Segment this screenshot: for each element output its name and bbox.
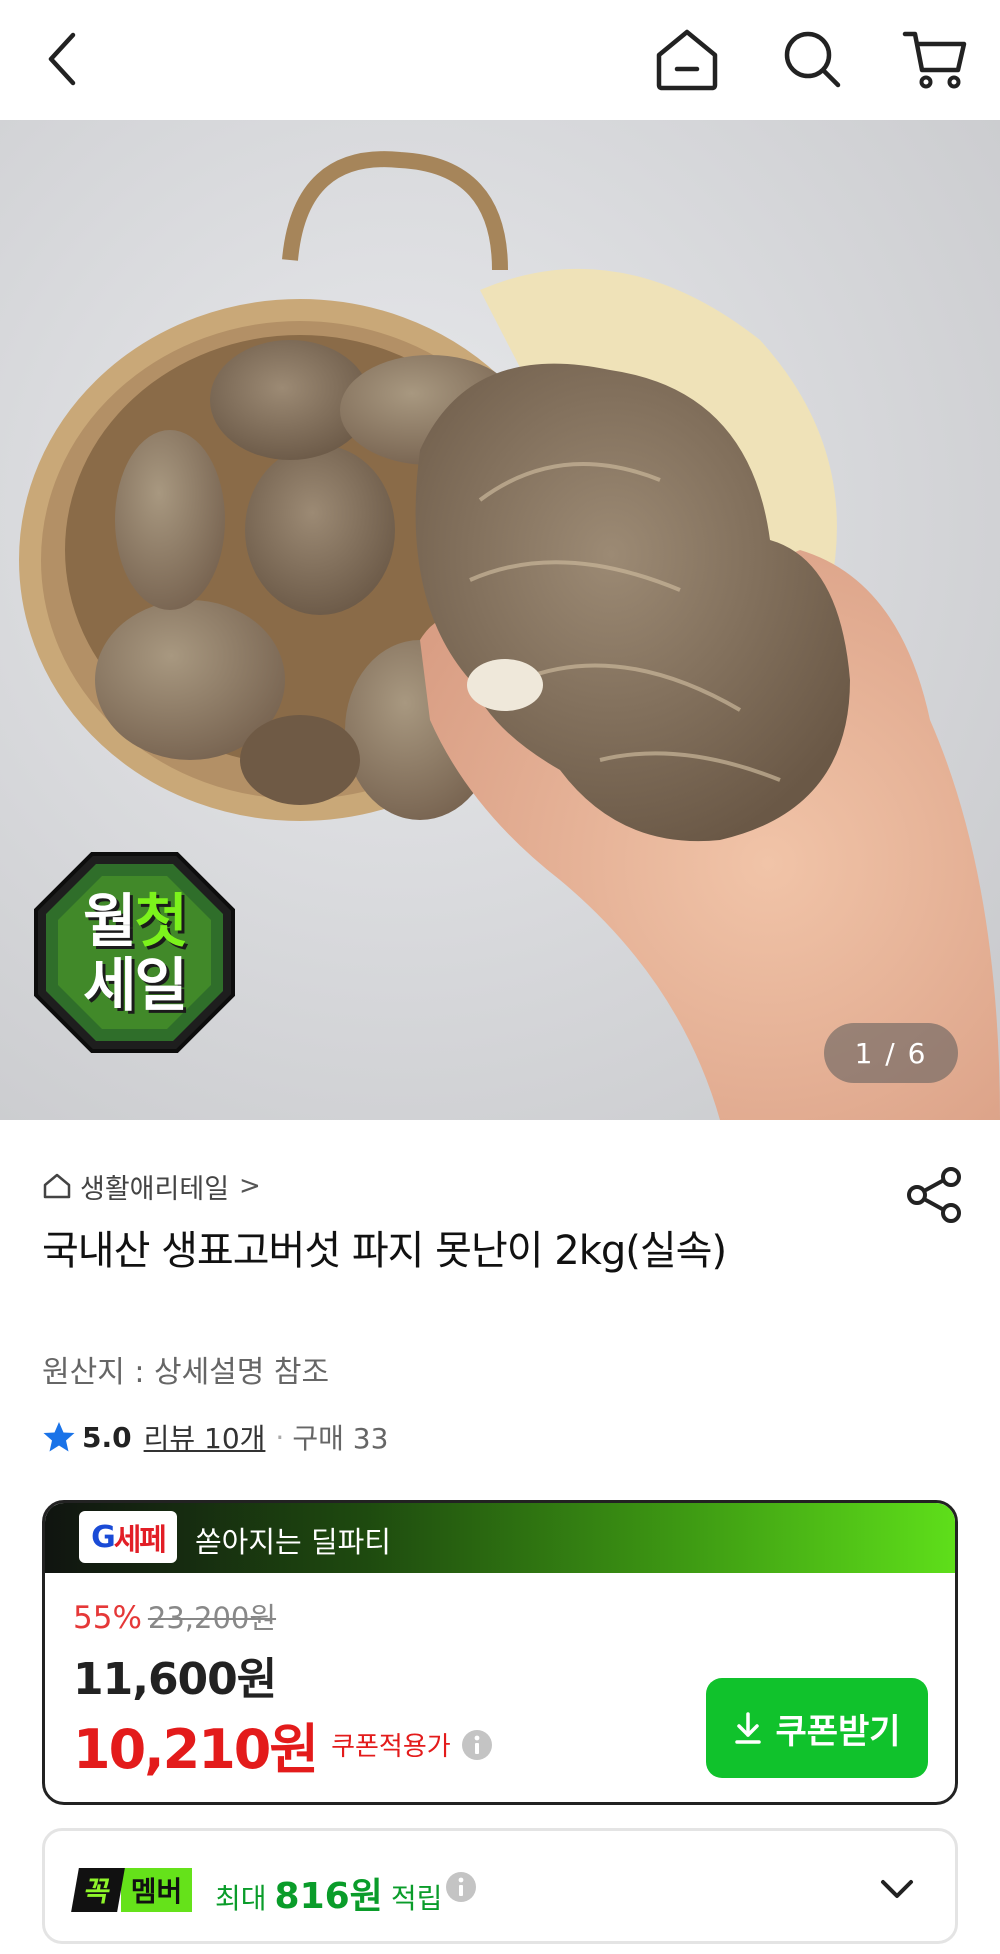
top-bar [0, 0, 1000, 120]
store-name: 생활애리테일 [80, 1173, 230, 1205]
price-body: 55% 23,200원 11,600원 10,210원 쿠폰적용가 쿠폰받기 [45, 1573, 955, 1802]
rating-row: 5.0 리뷰 10개 · 구매 33 [42, 1415, 388, 1459]
monthly-first-sale-badge: 월첫 세일 [32, 850, 237, 1055]
get-coupon-button[interactable]: 쿠폰받기 [706, 1678, 928, 1778]
get-coupon-label: 쿠폰받기 [775, 1711, 901, 1752]
separator-dot: · [275, 1420, 285, 1454]
original-price: 23,200원 [147, 1601, 277, 1635]
badge-text-1b: 첫 [134, 886, 188, 955]
info-icon[interactable] [461, 1729, 493, 1761]
coupon-price: 10,210원 [73, 1718, 319, 1781]
review-link[interactable]: 리뷰 10개 [144, 1417, 266, 1457]
coupon-price-row: 10,210원 쿠폰적용가 [73, 1705, 493, 1784]
deal-text: 쏟아지는 딜파티 [195, 1525, 391, 1559]
reward-amount: 816원 [274, 1876, 383, 1917]
rating-score: 5.0 [82, 1420, 132, 1454]
chevron-down-icon[interactable] [875, 1867, 919, 1911]
store-chevron-icon: > [239, 1171, 261, 1201]
cart-icon [902, 31, 967, 89]
home-icon [656, 29, 718, 91]
product-origin: 원산지 : 상세설명 참조 [42, 1355, 330, 1390]
share-button[interactable] [905, 1165, 965, 1225]
store-home-icon [43, 1173, 71, 1199]
discount-row: 55% 23,200원 [73, 1595, 276, 1637]
search-icon [784, 31, 841, 88]
member-badge-b: 멤버 [120, 1868, 193, 1912]
cart-button[interactable] [898, 22, 972, 96]
badge-text-2: 세일 [83, 950, 188, 1019]
image-pager: 1 / 6 [824, 1023, 958, 1083]
coupon-price-label: 쿠폰적용가 [331, 1732, 451, 1762]
search-button[interactable] [775, 22, 849, 96]
reward-prefix: 최대 [215, 1882, 267, 1915]
store-link[interactable]: 생활애리테일 > [42, 1166, 261, 1206]
purchase-count: 구매 33 [292, 1422, 389, 1455]
discount-percent: 55% [73, 1600, 142, 1636]
g-sale-badge: G 세페 [79, 1511, 177, 1563]
reward-suffix: 적립 [390, 1882, 443, 1915]
home-button[interactable] [650, 22, 724, 96]
download-icon [735, 1712, 762, 1744]
membership-reward-row[interactable]: 꼭 멤버 최대 816원 적립 [42, 1828, 958, 1944]
reward-info-icon[interactable] [445, 1871, 477, 1903]
g-sale-badge-g: G [91, 1519, 116, 1555]
sale-price: 11,600원 [73, 1654, 277, 1705]
deal-banner: G 세페 쏟아지는 딜파티 [45, 1503, 955, 1573]
chevron-left-icon [48, 32, 76, 86]
back-button[interactable] [26, 22, 100, 96]
product-image-gallery[interactable]: 월첫 세일 1 / 6 [0, 120, 1000, 1120]
g-sale-badge-rest: 세페 [113, 1523, 167, 1558]
product-title: 국내산 생표고버섯 파지 못난이 2kg(실속) [42, 1228, 727, 1274]
price-card: G 세페 쏟아지는 딜파티 55% 23,200원 11,600원 10,210원… [42, 1500, 958, 1805]
member-badge-a: 꼭 [71, 1868, 125, 1912]
badge-text-1a: 월 [83, 886, 136, 955]
reward-text: 최대 816원 적립 [215, 1867, 442, 1919]
star-icon [43, 1422, 75, 1452]
share-icon [907, 1167, 961, 1223]
member-badge: 꼭 멤버 [71, 1868, 193, 1912]
